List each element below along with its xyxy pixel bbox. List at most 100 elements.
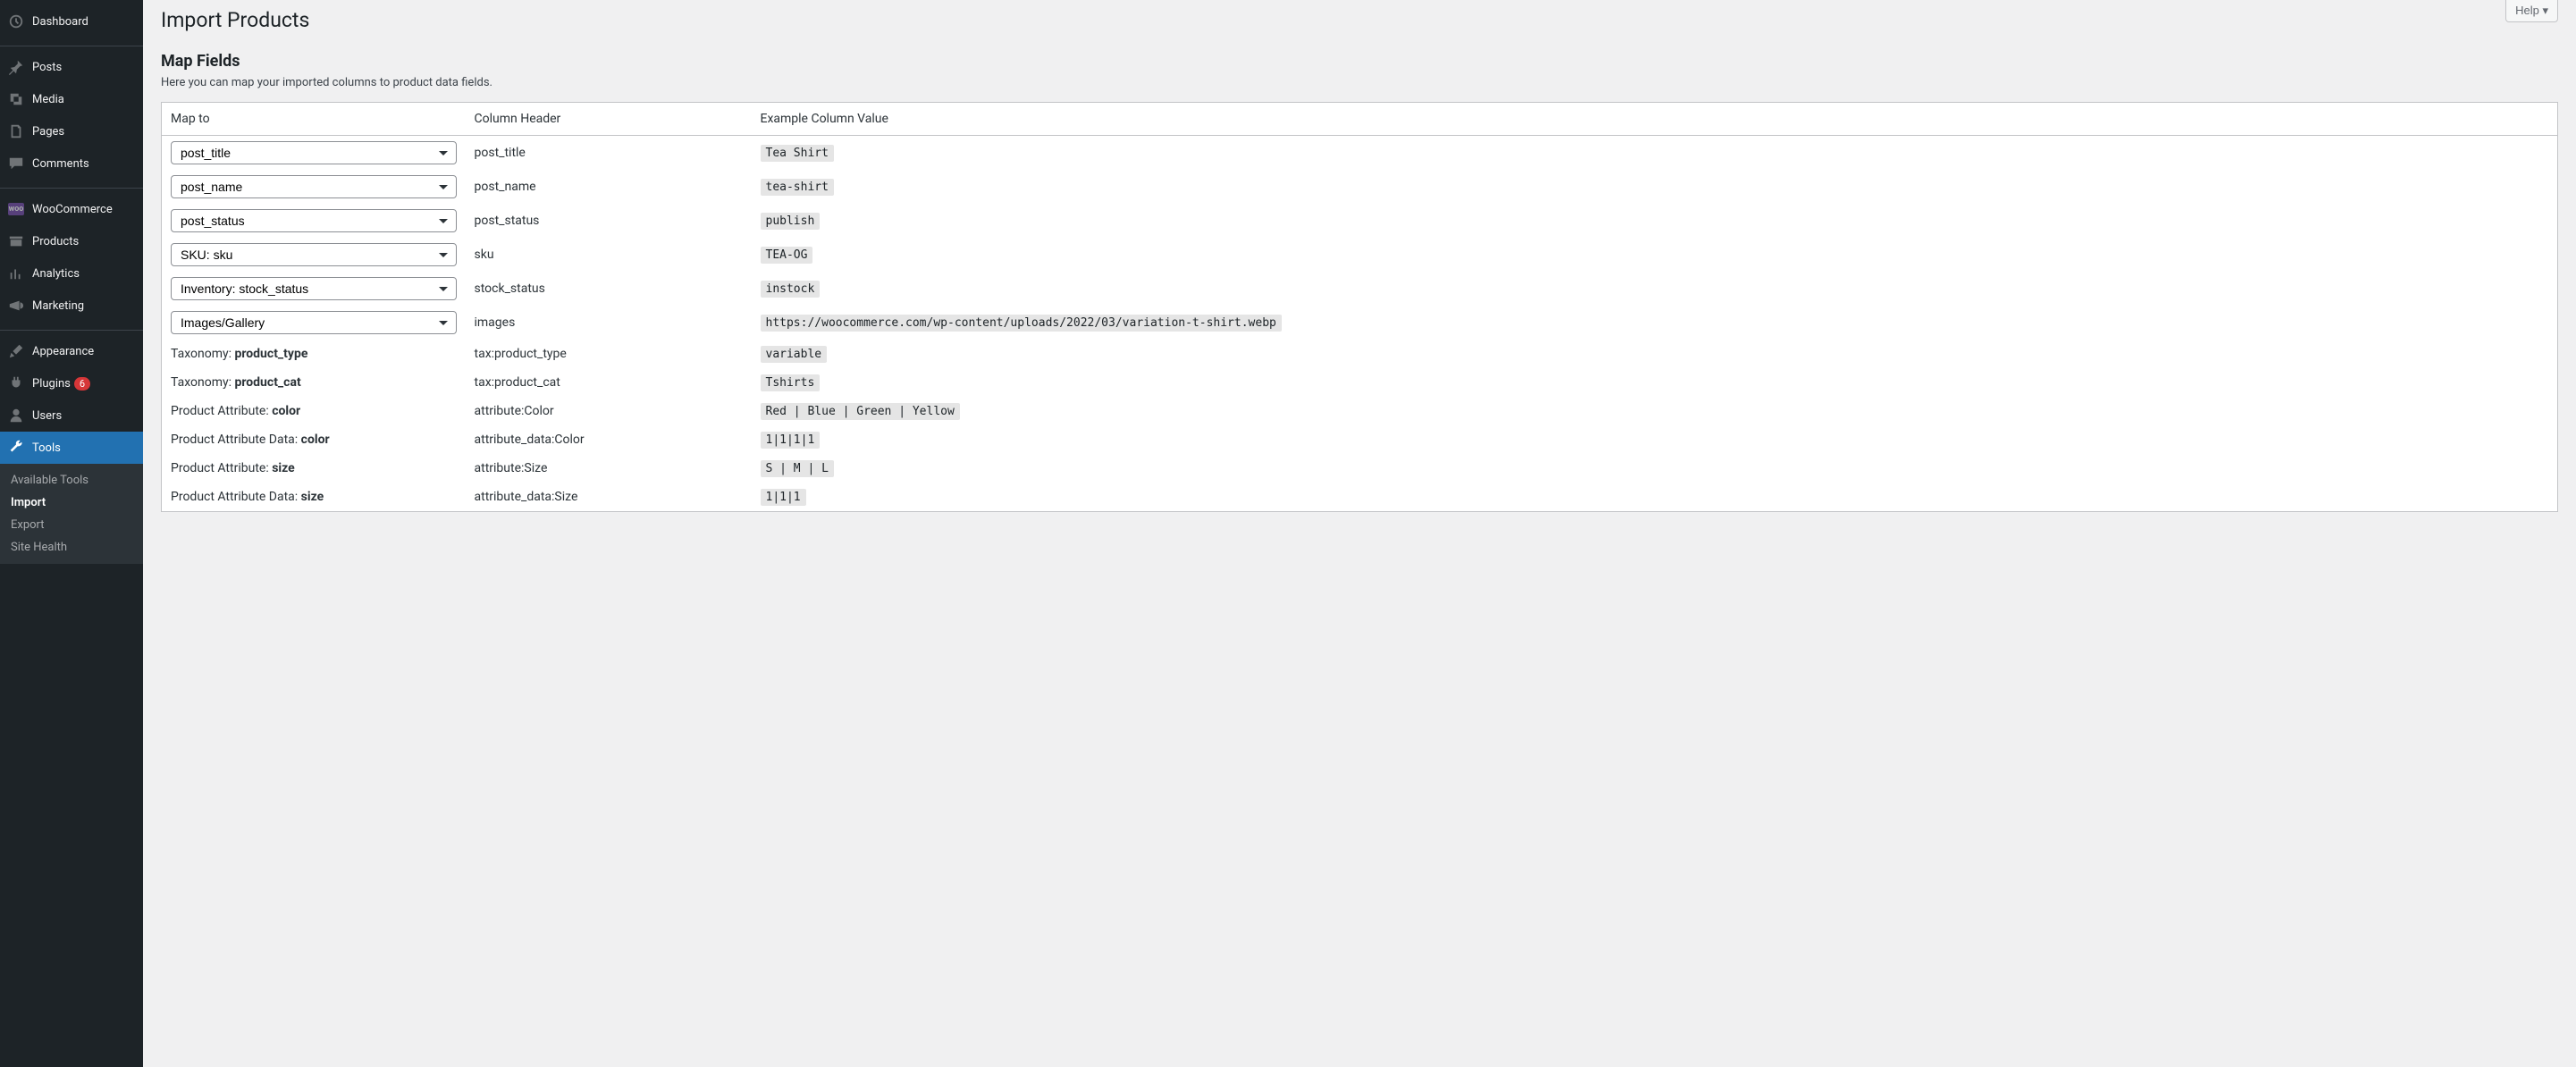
map-to-static-label: Product Attribute Data: color [171, 431, 457, 449]
section-description: Here you can map your imported columns t… [161, 76, 2558, 89]
sidebar-item-label: Products [32, 235, 79, 248]
table-row: Inventory: stock_status stock_status insto… [162, 272, 2558, 306]
map-to-static-label: Product Attribute Data: size [171, 488, 457, 506]
column-header-cell: images [466, 306, 752, 340]
sidebar-item-dashboard[interactable]: Dashboard [0, 5, 143, 38]
sidebar-item-label: WooCommerce [32, 203, 113, 216]
media-icon [7, 90, 25, 108]
sidebar-item-label: Analytics [32, 267, 80, 281]
sidebar-item-label: Tools [32, 441, 61, 455]
column-header-cell: post_title [466, 136, 752, 171]
sidebar-item-comments[interactable]: Comments [0, 147, 143, 180]
example-value: 1|1|1 [761, 489, 806, 506]
sub-item-site-health[interactable]: Site Health [0, 536, 143, 559]
sidebar-item-appearance[interactable]: Appearance [0, 335, 143, 367]
table-row: Taxonomy: product_typetax:product_typeva… [162, 340, 2558, 368]
section-title: Map Fields [161, 52, 2558, 71]
sidebar-item-analytics[interactable]: Analytics [0, 257, 143, 290]
sidebar-item-pages[interactable]: Pages [0, 115, 143, 147]
sidebar-item-woocommerce[interactable]: woo WooCommerce [0, 193, 143, 225]
sidebar-item-label: Dashboard [32, 15, 88, 29]
map-to-select[interactable]: SKU: sku [171, 243, 457, 266]
page-title: Import Products [161, 0, 2558, 36]
sidebar-submenu-tools: Available Tools Import Export Site Healt… [0, 464, 143, 564]
table-row: Product Attribute Data: size attribute_da… [162, 483, 2558, 512]
map-to-static-label: Taxonomy: product_cat [171, 374, 457, 391]
map-to-select[interactable]: post_name [171, 175, 457, 198]
table-row: Product Attribute: size attribute:Size S |… [162, 454, 2558, 483]
map-to-select[interactable]: Images/Gallery [171, 311, 457, 334]
map-to-select[interactable]: Inventory: stock_status [171, 277, 457, 300]
page-icon [7, 122, 25, 140]
example-value: tea-shirt [761, 179, 834, 196]
table-row: post_name post_name tea-shirt [162, 170, 2558, 204]
example-value: S | M | L [761, 460, 834, 477]
sub-item-available-tools[interactable]: Available Tools [0, 469, 143, 491]
th-map-to: Map to [162, 103, 466, 136]
archive-icon [7, 232, 25, 250]
sidebar-separator [0, 326, 143, 331]
sidebar-item-label: Users [32, 409, 62, 423]
sidebar-item-label: Pages [32, 125, 64, 139]
plug-icon [7, 374, 25, 392]
column-header-cell: attribute:Color [466, 397, 752, 425]
pin-icon [7, 58, 25, 76]
sidebar-item-label: Comments [32, 157, 89, 171]
example-value: 1|1|1|1 [761, 432, 821, 449]
table-row: SKU: sku sku TEA-OG [162, 238, 2558, 272]
column-header-cell: tax:product_cat [466, 368, 752, 397]
sub-item-export[interactable]: Export [0, 514, 143, 536]
sidebar-item-label: Plugins [32, 377, 71, 391]
column-header-cell: attribute_data:Color [466, 425, 752, 454]
example-value: Red | Blue | Green | Yellow [761, 403, 960, 420]
example-value: https://woocommerce.com/wp-content/uploa… [761, 315, 1282, 332]
table-row: Images/Gallery images https://woocommerce.… [162, 306, 2558, 340]
sidebar-item-label: Marketing [32, 299, 84, 313]
example-value: Tea Shirt [761, 145, 834, 162]
column-header-cell: sku [466, 238, 752, 272]
sidebar-item-label: Media [32, 93, 64, 106]
example-value: Tshirts [761, 374, 821, 391]
sidebar-item-label: Posts [32, 61, 62, 74]
sidebar-item-media[interactable]: Media [0, 83, 143, 115]
wrench-icon [7, 439, 25, 457]
table-row: Product Attribute Data: color attribute_d… [162, 425, 2558, 454]
sidebar-item-label: Appearance [32, 345, 94, 358]
sidebar-item-plugins[interactable]: Plugins 6 [0, 367, 143, 399]
map-to-static-label: Product Attribute: color [171, 402, 457, 420]
th-example: Example Column Value [752, 103, 2558, 136]
sidebar-item-products[interactable]: Products [0, 225, 143, 257]
map-to-select[interactable]: post_title [171, 141, 457, 164]
column-header-cell: post_name [466, 170, 752, 204]
main-content: Help ▾ Import Products Map Fields Here y… [143, 0, 2576, 1067]
column-header-cell: attribute_data:Size [466, 483, 752, 512]
dashboard-icon [7, 13, 25, 30]
sidebar-item-tools[interactable]: Tools [0, 432, 143, 464]
brush-icon [7, 342, 25, 360]
table-row: Taxonomy: product_cat tax:product_cat Tshi… [162, 368, 2558, 397]
column-header-cell: tax:product_type [466, 340, 752, 368]
column-header-cell: post_status [466, 204, 752, 238]
sidebar-item-users[interactable]: Users [0, 399, 143, 432]
sidebar-separator [0, 42, 143, 46]
sidebar-item-marketing[interactable]: Marketing [0, 290, 143, 322]
column-header-cell: stock_status [466, 272, 752, 306]
table-row: post_status post_status publish [162, 204, 2558, 238]
plugins-badge: 6 [74, 377, 90, 391]
example-value: instock [761, 281, 821, 298]
map-to-select[interactable]: post_status [171, 209, 457, 232]
example-value: TEA-OG [761, 247, 813, 264]
woo-icon: woo [7, 200, 25, 218]
map-to-static-label: Taxonomy: product_type [171, 345, 457, 363]
example-value: publish [761, 213, 821, 230]
map-to-static-label: Product Attribute: size [171, 459, 457, 477]
user-icon [7, 407, 25, 424]
chart-icon [7, 265, 25, 282]
comment-icon [7, 155, 25, 172]
megaphone-icon [7, 297, 25, 315]
map-fields-table: Map to Column Header Example Column Valu… [161, 102, 2558, 512]
sidebar-item-posts[interactable]: Posts [0, 51, 143, 83]
column-header-cell: attribute:Size [466, 454, 752, 483]
sub-item-import[interactable]: Import [0, 491, 143, 514]
help-button[interactable]: Help ▾ [2505, 0, 2558, 22]
